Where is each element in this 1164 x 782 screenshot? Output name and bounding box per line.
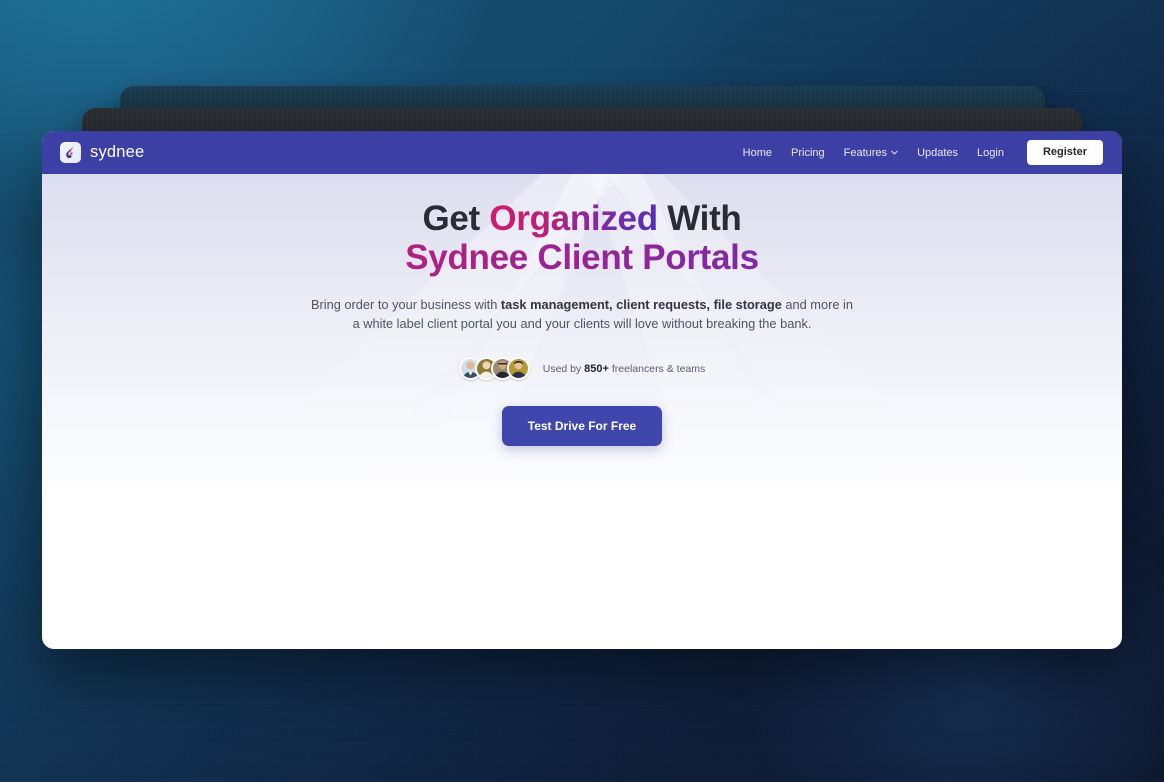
proof-suffix: freelancers & teams [608, 362, 706, 375]
avatar [506, 357, 530, 381]
nav-link-home[interactable]: Home [743, 147, 772, 159]
nav-link-login[interactable]: Login [977, 147, 1004, 159]
headline-text-with: With [657, 199, 742, 238]
sydnee-logo-icon [60, 142, 81, 163]
register-button[interactable]: Register [1026, 140, 1103, 165]
headline-text-organized: Organized [489, 199, 658, 238]
hero-section: Get Organized With Sydnee Client Portals… [42, 174, 1122, 489]
nav-link-label: Home [742, 146, 773, 159]
brand-name: sydnee [90, 143, 145, 161]
nav-link-label: Updates [917, 146, 959, 159]
test-drive-button[interactable]: Test Drive For Free [501, 406, 663, 447]
subhead-bold-2: file storage [710, 297, 782, 313]
navbar-links: Home Pricing Features Updates Login Regi… [743, 140, 1103, 165]
browser-window: sydnee Home Pricing Features Updates Log… [42, 131, 1122, 649]
nav-link-updates[interactable]: Updates [917, 147, 958, 159]
brand-logo[interactable]: sydnee [60, 142, 144, 163]
subhead-part-1: Bring order to your business with [311, 297, 501, 313]
nav-link-pricing[interactable]: Pricing [791, 147, 825, 159]
social-proof-text: Used by 850+ freelancers & teams [543, 363, 706, 375]
site-navbar: sydnee Home Pricing Features Updates Log… [42, 131, 1122, 174]
nav-link-label: Pricing [791, 146, 825, 159]
subhead-part-2: and more in [781, 297, 853, 313]
nav-link-label: Login [977, 146, 1004, 159]
avatar-group [458, 357, 530, 381]
chevron-down-icon [891, 150, 898, 155]
headline-line-2: Sydnee Client Portals [42, 238, 1122, 277]
social-proof: Used by 850+ freelancers & teams [42, 357, 1122, 381]
proof-count: 850+ [584, 362, 609, 375]
proof-prefix: Used by [542, 362, 585, 375]
hero-subheading: Bring order to your business with task m… [42, 296, 1122, 333]
headline-line-1: Get Organized With [42, 199, 1122, 238]
subhead-bold-1: task management, client requests, [500, 297, 711, 313]
subhead-part-3: a white label client portal you and your… [352, 315, 812, 331]
headline-text-get: Get [422, 199, 490, 238]
page-title: Get Organized With Sydnee Client Portals [42, 199, 1122, 277]
nav-link-label: Features [843, 146, 888, 159]
nav-link-features[interactable]: Features [844, 147, 898, 159]
